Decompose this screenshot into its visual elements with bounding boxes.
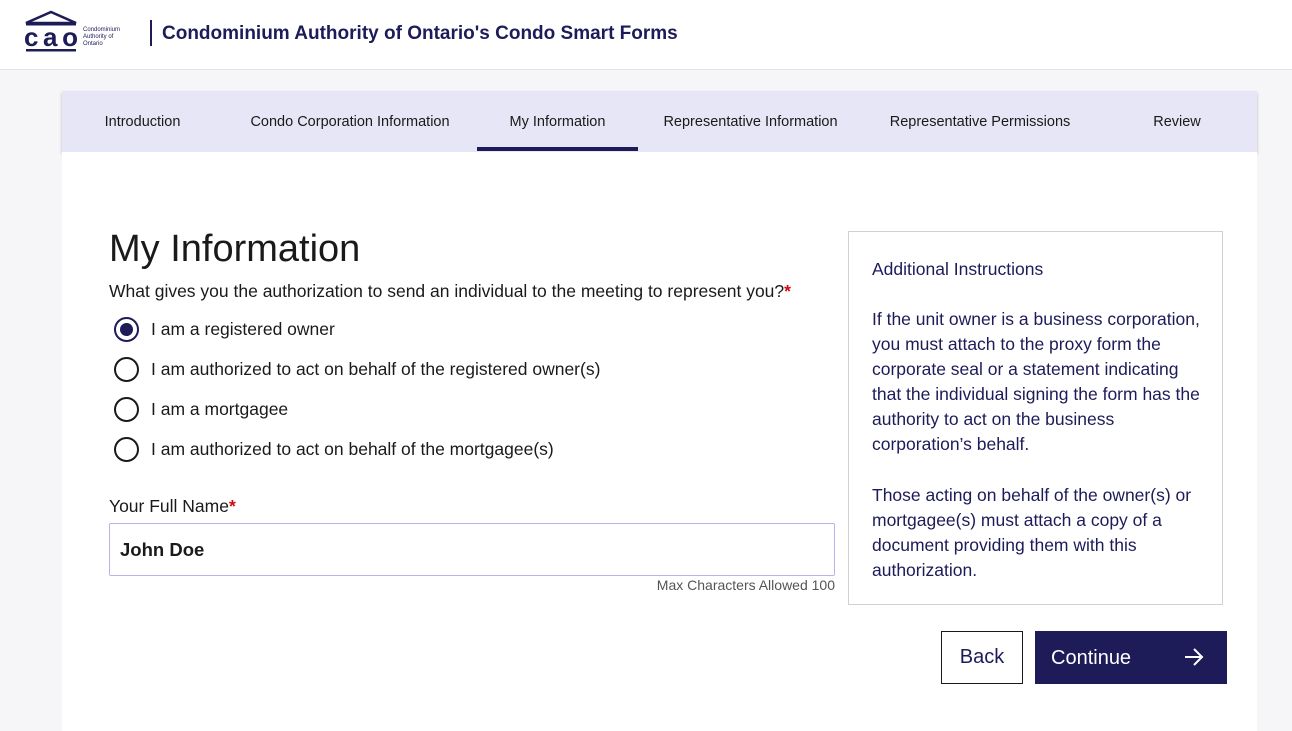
option-label: I am a registered owner [151,318,335,339]
option-label: I am authorized to act on behalf of the … [151,438,554,459]
question-text: What gives you the authorization to send… [109,281,785,301]
full-name-input[interactable] [109,523,835,576]
option-label: I am a mortgagee [151,398,289,419]
logo-text: cao [24,22,78,52]
additional-instructions-panel: Additional Instructions If the unit owne… [848,231,1223,605]
required-marker: * [228,496,236,516]
continue-button[interactable]: Continue [1035,631,1227,684]
arrow-right-icon [1185,648,1204,666]
page-title: My Information [109,228,361,270]
option-label: I am authorized to act on behalf of the … [151,358,601,379]
full-name-label-text: Your Full Name [109,496,229,516]
radio-button[interactable] [114,356,139,382]
full-name-label: Your Full Name* [109,496,236,517]
tab-introduction[interactable]: Introduction [62,91,223,152]
header-divider [150,20,152,46]
tab-review[interactable]: Review [1097,91,1257,152]
logo-subtext: Condominium Authority of Ontario [83,27,121,47]
tab-representative-permissions[interactable]: Representative Permissions [863,91,1097,152]
instructions-paragraph: Those acting on behalf of the owner(s) o… [872,485,1192,580]
back-button[interactable]: Back [941,631,1023,684]
authorization-question: What gives you the authorization to send… [109,281,791,302]
radio-button[interactable] [114,436,139,462]
site-header: cao Condominium Authority of Ontario Con… [0,0,1292,70]
tab-representative-information[interactable]: Representative Information [638,91,863,152]
max-characters-hint: Max Characters Allowed 100 [656,577,835,593]
step-tabs: Introduction Condo Corporation Informati… [62,91,1257,152]
instructions-title: Additional Instructions [872,259,1044,279]
option-registered-owner[interactable]: I am a registered owner [114,316,335,342]
tab-condo-corporation-information[interactable]: Condo Corporation Information [223,91,477,152]
radio-button-selected[interactable] [114,316,139,342]
continue-label: Continue [1051,647,1132,669]
option-mortgagee[interactable]: I am a mortgagee [114,396,288,422]
radio-button[interactable] [114,396,139,422]
tab-my-information[interactable]: My Information [477,91,638,152]
required-marker: * [784,281,791,301]
site-title: Condominium Authority of Ontario's Condo… [162,23,678,44]
option-authorized-for-mortgagee[interactable]: I am authorized to act on behalf of the … [114,436,554,462]
instructions-paragraph: If the unit owner is a business corporat… [872,309,1200,454]
option-authorized-for-owner[interactable]: I am authorized to act on behalf of the … [114,356,600,382]
